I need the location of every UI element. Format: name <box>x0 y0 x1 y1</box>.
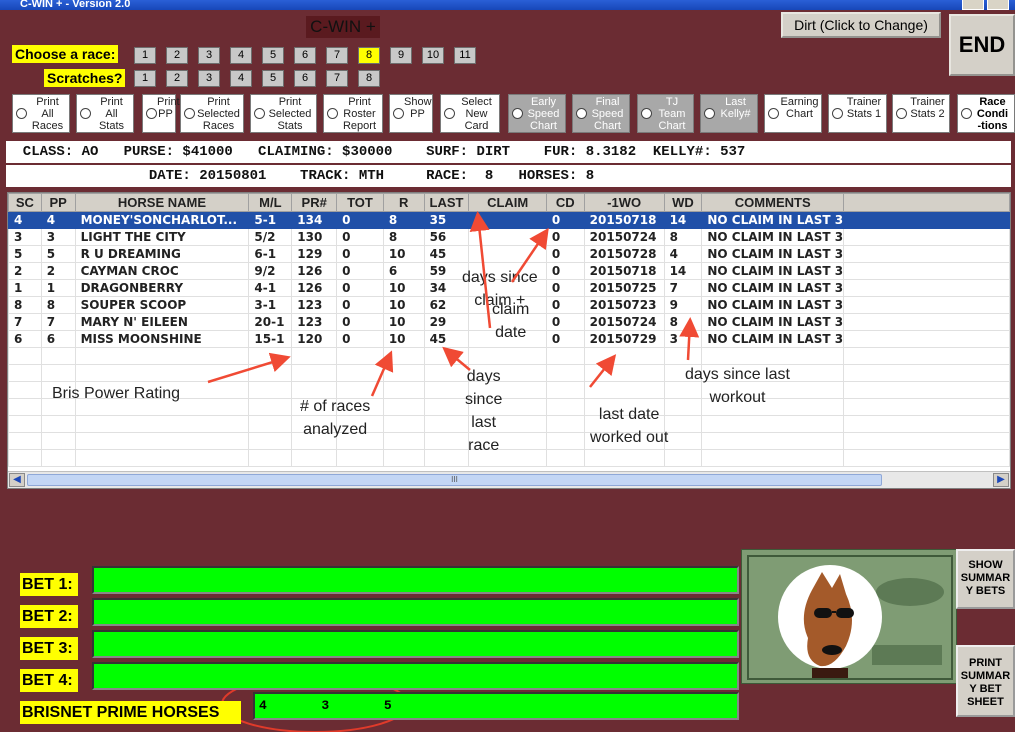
arrow-days-since-workout <box>679 317 700 361</box>
arrow-races-analyzed <box>370 350 394 397</box>
arrow-last-workout-date <box>589 354 617 388</box>
bet-4-field[interactable] <box>92 662 739 690</box>
show-summary-bets-button[interactable]: SHOW SUMMAR Y BETS <box>956 549 1015 609</box>
bet-3-label: BET 3: <box>20 637 78 660</box>
money-horse-image <box>741 549 957 684</box>
bet-2-field[interactable] <box>92 598 739 626</box>
print-summary-bet-sheet-button[interactable]: PRINT SUMMAR Y BET SHEET <box>956 645 1015 717</box>
bet-1-label: BET 1: <box>20 573 78 596</box>
brisnet-prime-label: BRISNET PRIME HORSES <box>20 701 241 724</box>
arrow-bris-power-rating <box>207 352 291 384</box>
arrow-days-since-last-race <box>442 346 471 371</box>
arrow-claim <box>469 211 492 329</box>
arrow-cd <box>510 227 549 283</box>
bet-4-label: BET 4: <box>20 669 78 692</box>
bet-1-field[interactable] <box>92 566 739 594</box>
bet-2-label: BET 2: <box>20 605 78 628</box>
bet-3-field[interactable] <box>92 630 739 658</box>
brisnet-prime-field[interactable]: 4 3 5 <box>253 692 739 720</box>
